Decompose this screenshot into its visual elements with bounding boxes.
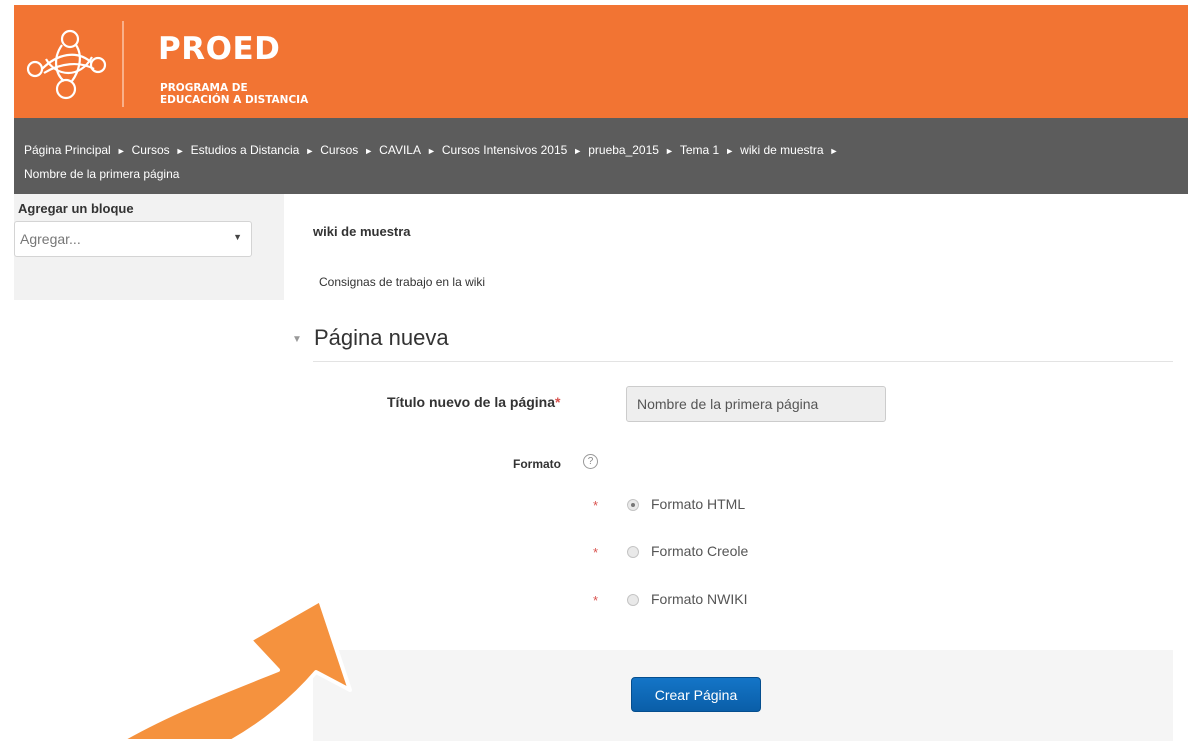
logo-divider	[122, 21, 124, 107]
breadcrumb-item[interactable]: Cursos	[132, 143, 170, 157]
brand-subtitle: PROGRAMA DE EDUCACIÓN A DISTANCIA	[160, 82, 308, 106]
breadcrumb-separator: ►	[829, 146, 839, 156]
required-marker: *	[555, 394, 561, 410]
breadcrumb-item[interactable]: prueba_2015	[588, 143, 659, 157]
add-block-select-value: Agregar...	[20, 231, 81, 247]
breadcrumb-item[interactable]: wiki de muestra	[740, 143, 823, 157]
brand-subtitle-line1: PROGRAMA DE	[160, 82, 248, 94]
page-title-input[interactable]	[626, 386, 886, 422]
add-block-sidebar: Agregar un bloque Agregar... ▼	[14, 194, 284, 300]
format-label: Formato	[513, 457, 561, 471]
format-nwiki-radio[interactable]	[627, 594, 639, 606]
wiki-name: wiki de muestra	[313, 224, 411, 239]
format-option-label[interactable]: Formato Creole	[651, 543, 748, 559]
collapse-caret-icon: ▼	[292, 334, 302, 345]
brand-subtitle-line2: EDUCACIÓN A DISTANCIA	[160, 94, 309, 106]
format-option-label[interactable]: Formato HTML	[651, 496, 745, 512]
breadcrumb-item[interactable]: Cursos Intensivos 2015	[442, 143, 567, 157]
breadcrumb-separator: ►	[664, 146, 674, 156]
create-page-button[interactable]: Crear Página	[631, 677, 761, 712]
required-marker: *	[593, 593, 599, 608]
breadcrumb-separator: ►	[364, 146, 374, 156]
breadcrumb-item[interactable]: Página Principal	[24, 143, 111, 157]
required-marker: *	[593, 545, 599, 560]
breadcrumb-separator: ►	[305, 146, 315, 156]
add-block-select[interactable]: Agregar... ▼	[14, 221, 252, 257]
format-option-label[interactable]: Formato NWIKI	[651, 591, 747, 607]
page-title-label: Título nuevo de la página*	[387, 394, 560, 410]
format-html-radio[interactable]	[627, 499, 639, 511]
breadcrumb-separator: ►	[725, 146, 735, 156]
breadcrumb-separator: ►	[116, 146, 126, 156]
legend-divider	[313, 361, 1173, 362]
chevron-down-icon: ▼	[233, 232, 242, 242]
breadcrumb-item[interactable]: CAVILA	[379, 143, 421, 157]
add-block-title: Agregar un bloque	[18, 201, 134, 216]
breadcrumb-item[interactable]: Cursos	[320, 143, 358, 157]
breadcrumb-separator: ►	[175, 146, 185, 156]
proed-logo-icon[interactable]	[22, 19, 112, 104]
breadcrumb: Página Principal ► Cursos ► Estudios a Dista…	[14, 118, 1188, 194]
breadcrumb-item[interactable]: Estudios a Distancia	[191, 143, 300, 157]
format-creole-radio[interactable]	[627, 546, 639, 558]
breadcrumb-separator: ►	[573, 146, 583, 156]
breadcrumb-separator: ►	[426, 146, 436, 156]
site-header: PROED PROGRAMA DE EDUCACIÓN A DISTANCIA	[14, 5, 1188, 118]
brand-title[interactable]: PROED	[158, 31, 280, 67]
wiki-description: Consignas de trabajo en la wiki	[319, 275, 486, 289]
page-title-label-text: Título nuevo de la página	[387, 394, 556, 410]
breadcrumb-item[interactable]: Tema 1	[680, 143, 719, 157]
question-circle-icon[interactable]: ?	[583, 454, 598, 469]
breadcrumb-current: Nombre de la primera página	[24, 167, 180, 181]
section-legend-text: Página nueva	[314, 325, 449, 350]
required-marker: *	[593, 498, 599, 513]
